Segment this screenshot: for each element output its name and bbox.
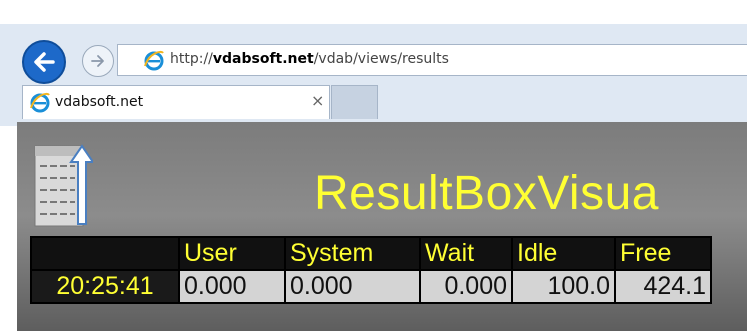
header-idle: Idle (511, 236, 616, 271)
url-host: vdabsoft.net (212, 51, 314, 67)
tab-ie-logo-icon (30, 92, 50, 113)
cell-user: 0.000 (178, 269, 286, 304)
header-free: Free (614, 236, 712, 271)
document-upload-icon (34, 144, 93, 227)
window-top-strip (0, 0, 747, 24)
back-button[interactable] (22, 40, 66, 84)
cell-wait: 0.000 (419, 269, 513, 304)
new-tab-button[interactable] (331, 85, 378, 119)
forward-arrow-icon (91, 55, 104, 67)
header-wait: Wait (419, 236, 513, 271)
cell-idle: 100.0 (511, 269, 616, 304)
app-title: ResultBoxVisua (314, 167, 659, 220)
back-arrow-icon (34, 52, 55, 72)
url-prefix: http:// (170, 51, 213, 67)
url-text[interactable]: http://vdabsoft.net/vdab/views/results (170, 51, 449, 67)
cell-free: 424.1 (614, 269, 712, 304)
tab-title: vdabsoft.net (55, 94, 144, 110)
url-path: /vdab/views/results (313, 51, 449, 67)
ie-logo-icon (144, 50, 164, 71)
header-user: User (178, 236, 286, 271)
cell-time: 20:25:41 (30, 269, 180, 304)
results-table: User System Wait Idle Free 20:25:41 0.00… (30, 236, 712, 304)
close-icon[interactable]: × (311, 91, 324, 110)
header-system: System (284, 236, 421, 271)
results-header-row: User System Wait Idle Free (30, 236, 712, 271)
forward-button[interactable] (82, 45, 114, 77)
cell-system: 0.000 (284, 269, 421, 304)
header-time (30, 236, 180, 271)
results-row: 20:25:41 0.000 0.000 0.000 100.0 424.1 (30, 269, 712, 304)
